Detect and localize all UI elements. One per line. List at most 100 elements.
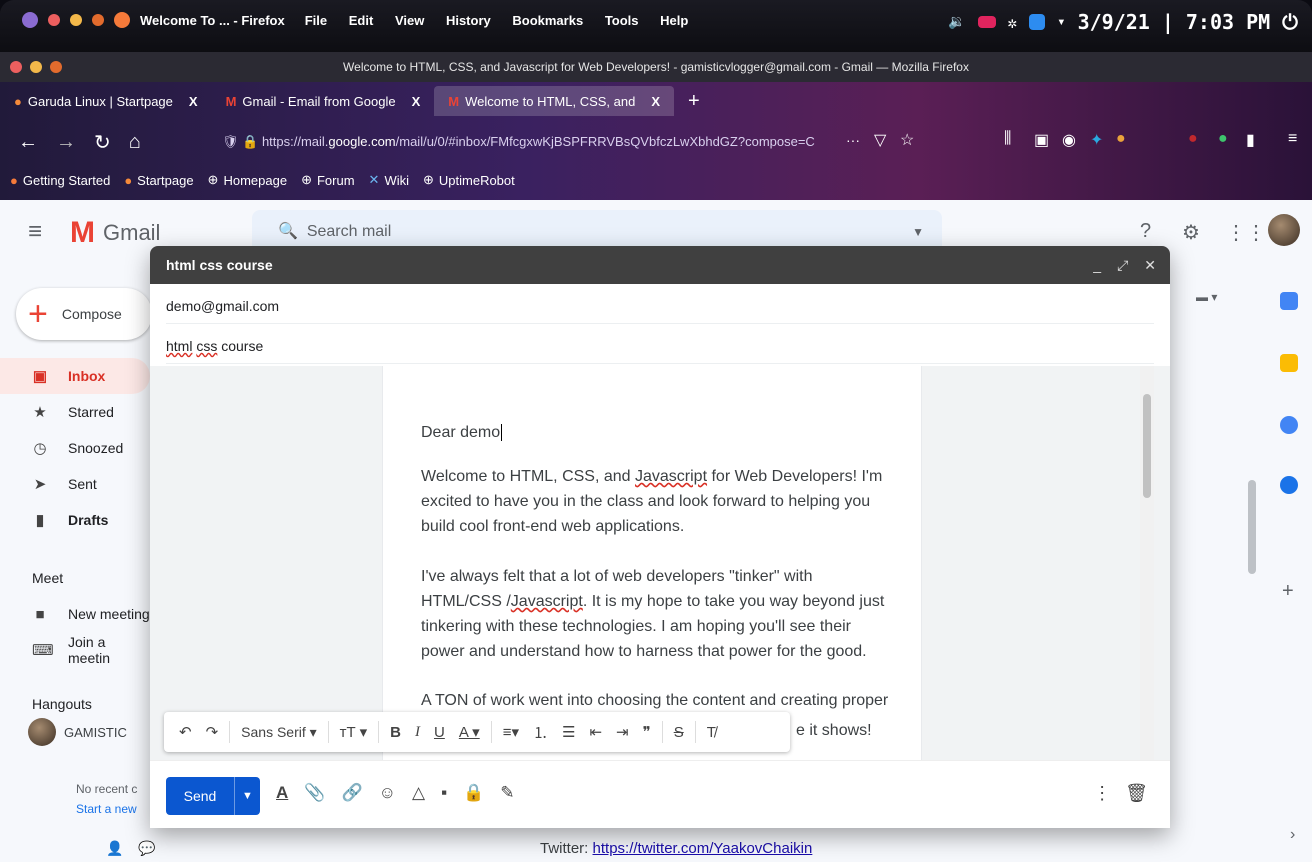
numbered-list-icon[interactable]: ⒈ xyxy=(526,722,555,743)
close-window-icon[interactable] xyxy=(10,61,22,73)
close-icon[interactable]: ✕ xyxy=(1144,246,1156,284)
dropdown-icon[interactable]: ▾ xyxy=(1057,14,1065,30)
settings-gear-icon[interactable]: ⚙ xyxy=(1182,220,1200,245)
menu-edit[interactable]: Edit xyxy=(349,13,374,28)
add-addon-icon[interactable]: + xyxy=(1282,580,1294,603)
insert-photo-icon[interactable]: ▪ xyxy=(441,783,447,803)
menu-view[interactable]: View xyxy=(395,13,424,28)
google-drive-icon[interactable]: △ xyxy=(412,783,425,803)
subject-field[interactable]: html css course xyxy=(166,328,1154,364)
back-arrow-icon[interactable]: ← xyxy=(18,131,38,154)
close-tab-icon[interactable]: X xyxy=(412,94,421,109)
confidential-mode-icon[interactable]: 🔒 xyxy=(463,783,484,803)
bookmark-star-icon[interactable]: ☆ xyxy=(900,130,914,150)
schedule-send-icon[interactable]: ▼ xyxy=(234,777,260,815)
search-icon[interactable]: 🔍 xyxy=(278,223,298,240)
start-new-chat-link[interactable]: Start a new xyxy=(76,802,137,816)
calendar-icon[interactable] xyxy=(1280,292,1298,310)
quote-icon[interactable]: ❞ xyxy=(636,723,658,741)
fullscreen-icon[interactable]: ⤢ xyxy=(1117,246,1128,284)
more-options-icon[interactable]: ⋮ xyxy=(1093,783,1111,804)
send-button[interactable]: Send ▼ xyxy=(166,777,260,815)
menu-file[interactable]: File xyxy=(305,13,327,28)
menu-history[interactable]: History xyxy=(446,13,491,28)
input-tools-icon[interactable]: ▬ ▾ xyxy=(1196,290,1217,304)
chat-icon[interactable]: 💬 xyxy=(138,840,155,857)
new-tab-button[interactable]: + xyxy=(674,86,714,116)
align-icon[interactable]: ≡▾ xyxy=(496,723,526,741)
maximize-window-icon[interactable] xyxy=(50,61,62,73)
font-family-select[interactable]: Sans Serif ▾ xyxy=(234,724,324,741)
emoji-icon[interactable]: ☺ xyxy=(379,783,396,803)
contacts-app-icon[interactable] xyxy=(1280,476,1298,494)
garuda-logo-icon[interactable] xyxy=(22,12,38,28)
account-icon[interactable]: ◉ xyxy=(1062,130,1076,150)
redo-icon[interactable]: ↷ xyxy=(199,723,226,741)
insert-link-icon[interactable]: 🔗 xyxy=(341,783,362,803)
power-icon[interactable]: ⏻ xyxy=(1282,10,1298,34)
bookmark-getting-started[interactable]: ● Getting Started xyxy=(10,173,110,188)
library-icon[interactable]: ⫼ xyxy=(1004,130,1011,148)
apps-grid-icon[interactable]: ⋮⋮ xyxy=(1226,220,1266,245)
tasks-icon[interactable] xyxy=(1280,416,1298,434)
tab-gmail[interactable]: M Gmail - Email from Google X xyxy=(212,86,435,116)
compose-button[interactable]: + Compose xyxy=(16,288,152,340)
join-meeting-item[interactable]: ⌨ Join a meetin xyxy=(0,632,150,668)
account-avatar[interactable] xyxy=(1268,214,1300,246)
menu-help[interactable]: Help xyxy=(660,13,688,28)
font-size-icon[interactable]: ᴛT ▾ xyxy=(333,723,374,741)
gmail-logo[interactable]: M Gmail xyxy=(70,216,160,250)
menu-tools[interactable]: Tools xyxy=(605,13,639,28)
forward-arrow-icon[interactable]: → xyxy=(56,131,76,154)
main-menu-icon[interactable]: ≡ xyxy=(28,218,42,246)
extension-icon[interactable]: ✦ xyxy=(1090,130,1103,150)
twitter-link[interactable]: https://twitter.com/YaakovChaikin xyxy=(593,840,813,857)
expand-panel-icon[interactable]: › xyxy=(1290,826,1295,844)
attach-file-icon[interactable]: 📎 xyxy=(304,783,325,803)
volume-icon[interactable]: 🔉 xyxy=(948,14,965,30)
strikethrough-icon[interactable]: S xyxy=(667,724,691,741)
to-field[interactable]: demo@gmail.com xyxy=(166,288,1154,324)
menu-icon[interactable]: ≡ xyxy=(1288,130,1297,148)
indent-less-icon[interactable]: ⇤ xyxy=(582,723,609,741)
formatting-options-icon[interactable]: A xyxy=(276,783,288,803)
tab-garuda[interactable]: ● Garuda Linux | Startpage X xyxy=(0,86,212,116)
sidebar-item-drafts[interactable]: ▮ Drafts xyxy=(0,502,150,538)
shield-icon[interactable]: 🛡 xyxy=(222,134,239,149)
sidebar-item-starred[interactable]: ★ Starred xyxy=(0,394,150,430)
contacts-icon[interactable]: 👤 xyxy=(106,840,123,857)
undo-icon[interactable]: ↶ xyxy=(172,723,199,741)
extension-icon[interactable]: ● xyxy=(1218,130,1228,148)
italic-icon[interactable]: I xyxy=(408,724,427,741)
new-meeting-item[interactable]: ■ New meeting xyxy=(0,596,150,632)
page-actions-icon[interactable]: ··· xyxy=(846,132,860,148)
minimize-window-icon[interactable] xyxy=(30,61,42,73)
menu-bookmarks[interactable]: Bookmarks xyxy=(512,13,583,28)
sidebar-icon[interactable]: ▣ xyxy=(1034,130,1049,150)
keep-icon[interactable] xyxy=(1280,354,1298,372)
sidebar-item-inbox[interactable]: ▣ Inbox xyxy=(0,358,150,394)
extension-icon[interactable]: ● xyxy=(1116,130,1126,148)
bookmark-homepage[interactable]: ⊕ Homepage xyxy=(208,172,288,188)
tab-welcome[interactable]: M Welcome to HTML, CSS, and X xyxy=(434,86,675,116)
network-icon[interactable]: ✲ xyxy=(1008,13,1018,32)
discard-draft-icon[interactable]: 🗑 xyxy=(1125,783,1148,804)
hangouts-user[interactable]: GAMISTIC xyxy=(28,718,127,746)
home-icon[interactable]: ⌂ xyxy=(129,131,141,154)
bookmark-forum[interactable]: ⊕ Forum xyxy=(301,172,354,188)
address-bar[interactable]: 🛡 🔒 https://mail.google.com/mail/u/0/#in… xyxy=(210,128,930,156)
minimize-icon[interactable]: _ xyxy=(1093,246,1101,284)
ublock-icon[interactable]: ● xyxy=(1188,130,1198,148)
text-color-icon[interactable]: A ▾ xyxy=(452,723,487,741)
bookmark-uptimerobot[interactable]: ⊕ UptimeRobot xyxy=(423,172,515,188)
reload-icon[interactable]: ↻ xyxy=(94,130,111,155)
battery-icon[interactable] xyxy=(977,16,996,28)
close-tab-icon[interactable]: X xyxy=(651,94,660,109)
remove-formatting-icon[interactable]: T̸ xyxy=(700,724,723,741)
bookmark-startpage[interactable]: ● Startpage xyxy=(124,173,193,188)
extension-icon[interactable]: ▮ xyxy=(1246,130,1255,150)
main-scrollbar[interactable] xyxy=(1248,480,1256,574)
sidebar-item-sent[interactable]: ➤ Sent xyxy=(0,466,150,502)
help-icon[interactable]: ? xyxy=(1140,220,1151,243)
bluetooth-icon[interactable] xyxy=(1029,14,1046,30)
